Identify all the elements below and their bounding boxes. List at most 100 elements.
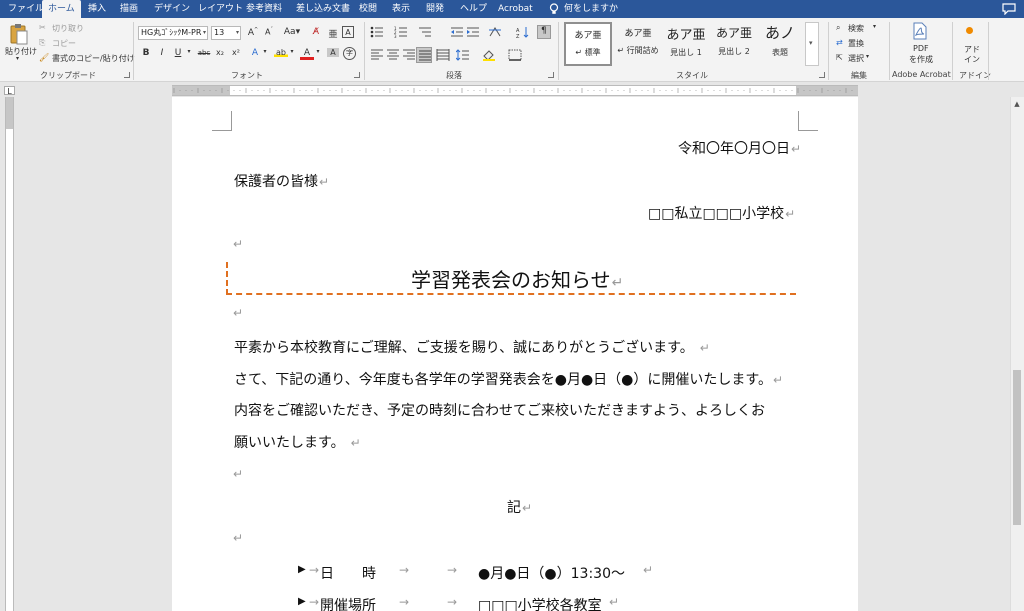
character-shading-icon[interactable]: A xyxy=(327,48,339,57)
distributed-icon[interactable] xyxy=(436,49,450,61)
copy-icon: ⎘ xyxy=(39,38,46,47)
tab-view[interactable]: 表示 xyxy=(392,0,410,18)
underline-dropdown-icon[interactable]: ▾ xyxy=(182,48,196,55)
tab-developer[interactable]: 開発 xyxy=(426,0,444,18)
tab-selector[interactable]: L xyxy=(4,86,15,96)
tab-design[interactable]: デザイン xyxy=(154,0,190,18)
tab-file[interactable]: ファイル xyxy=(8,0,44,18)
subscript-icon[interactable]: x₂ xyxy=(213,48,227,57)
font-name-value: HG丸ｺﾞｼｯｸM-PR xyxy=(141,28,202,37)
font-name-combo[interactable]: HG丸ｺﾞｼｯｸM-PR ▾ xyxy=(138,26,208,40)
text-effects-dropdown-icon[interactable]: ▾ xyxy=(258,48,272,55)
crop-mark-top-left xyxy=(212,111,232,131)
comment-icon[interactable] xyxy=(1002,3,1016,15)
pilcrow-icon: ¶ xyxy=(541,26,547,36)
scrollbar-thumb[interactable] xyxy=(1013,370,1021,525)
paragraph-launcher-icon[interactable] xyxy=(548,72,554,78)
superscript-icon[interactable]: x² xyxy=(229,48,243,57)
replace-button[interactable]: 置換 xyxy=(848,38,864,49)
menu-tab-bar: ファイル ホーム 挿入 描画 デザイン レイアウト 参考資料 差し込み文書 校閲… xyxy=(0,0,1024,18)
tab-acrobat[interactable]: Acrobat xyxy=(498,0,533,18)
style-heading-2-preview: あア亜 xyxy=(715,26,752,40)
highlight-dropdown-icon[interactable]: ▾ xyxy=(285,48,299,55)
select-dropdown-icon[interactable]: ▾ xyxy=(866,53,869,60)
horizontal-ruler[interactable] xyxy=(172,85,858,96)
line-spacing-icon[interactable] xyxy=(456,49,470,61)
group-divider xyxy=(828,22,829,80)
chevron-down-icon: ▾ xyxy=(202,29,206,36)
svg-text:Z: Z xyxy=(516,34,520,38)
strikethrough-icon[interactable]: abc xyxy=(196,49,212,57)
decrease-indent-icon[interactable] xyxy=(450,26,464,38)
vertical-ruler[interactable] xyxy=(5,97,14,611)
borders-icon[interactable] xyxy=(508,49,522,61)
grow-font-icon[interactable]: A^ xyxy=(246,27,260,38)
style-heading-1[interactable]: あア亜 見出し 1 xyxy=(662,22,710,66)
styles-group-label: スタイル xyxy=(676,71,708,80)
create-pdf-icon xyxy=(913,22,927,40)
justify-button[interactable] xyxy=(416,47,432,63)
align-left-icon[interactable] xyxy=(370,49,384,61)
tab-draw[interactable]: 描画 xyxy=(120,0,138,18)
style-normal[interactable]: あア亜 ↵ 標準 xyxy=(564,22,612,66)
italic-icon[interactable]: I xyxy=(155,48,169,58)
tab-layout[interactable]: レイアウト xyxy=(198,0,243,18)
tab-home[interactable]: ホーム xyxy=(42,0,81,18)
font-size-combo[interactable]: 13 ▾ xyxy=(211,26,241,40)
copy-button[interactable]: コピー xyxy=(52,38,76,49)
empty-paragraph-mark: ↵ xyxy=(233,237,244,251)
acrobat-group-label: Adobe Acrobat xyxy=(892,70,951,79)
character-border-icon[interactable]: A xyxy=(342,26,354,38)
style-title[interactable]: あノ 表題 xyxy=(756,22,804,66)
asian-layout-icon[interactable] xyxy=(488,26,502,38)
search-dropdown-icon[interactable]: ▾ xyxy=(873,23,876,30)
tab-references[interactable]: 参考資料 xyxy=(246,0,282,18)
styles-launcher-icon[interactable] xyxy=(819,72,825,78)
align-right-icon[interactable] xyxy=(402,49,416,61)
align-center-icon[interactable] xyxy=(386,49,400,61)
increase-indent-icon[interactable] xyxy=(466,26,480,38)
cut-button[interactable]: 切り取り xyxy=(52,23,84,34)
numbering-icon[interactable]: 123 xyxy=(394,26,408,38)
clipboard-launcher-icon[interactable] xyxy=(124,72,130,78)
ribbon: 貼り付け ▾ ✂ 切り取り ⎘ コピー 🖌 書式のコピー/貼り付け クリップボー… xyxy=(0,18,1024,82)
create-pdf-line2[interactable]: を作成 xyxy=(909,54,933,65)
multilevel-list-icon[interactable] xyxy=(418,26,432,38)
style-heading-2[interactable]: あア亜 見出し 2 xyxy=(710,22,758,66)
tab-help[interactable]: ヘルプ xyxy=(460,0,487,18)
paragraph-mark: ↵ xyxy=(699,341,710,355)
recipient-text: 保護者の皆様 xyxy=(234,174,318,190)
clear-formatting-icon[interactable]: A̸ xyxy=(309,27,323,37)
bold-icon[interactable]: B xyxy=(139,48,153,58)
style-no-spacing[interactable]: あア亜 ↵ 行間詰め xyxy=(614,22,662,66)
paste-icon[interactable] xyxy=(9,23,29,45)
show-formatting-marks-button[interactable]: ¶ xyxy=(537,25,551,39)
create-pdf-line1[interactable]: PDF xyxy=(913,44,929,53)
tab-insert[interactable]: 挿入 xyxy=(88,0,106,18)
tab-mailings[interactable]: 差し込み文書 xyxy=(296,0,350,18)
sort-icon[interactable]: AZ xyxy=(516,26,530,38)
search-button[interactable]: 検索 xyxy=(848,23,864,34)
addins-line2[interactable]: イン xyxy=(964,54,980,65)
addins-icon xyxy=(966,27,973,34)
tab-review[interactable]: 校閲 xyxy=(359,0,377,18)
paste-dropdown-icon[interactable]: ▾ xyxy=(16,55,19,62)
group-divider xyxy=(952,22,953,80)
paste-button[interactable]: 貼り付け xyxy=(5,46,37,57)
scroll-up-arrow-icon[interactable]: ▲ xyxy=(1010,97,1024,111)
change-case-icon[interactable]: Aa▾ xyxy=(282,27,302,37)
body-text-4: 願いいたします。 xyxy=(234,435,345,451)
phonetic-guide-icon[interactable]: 亜 xyxy=(326,27,340,40)
tell-me-box[interactable]: 何をしますか xyxy=(548,0,618,18)
body-line-2: さて、下記の通り、今年度も各学年の学習発表会を●月●日（●）に開催いたします。↵ xyxy=(234,369,783,389)
shading-icon[interactable] xyxy=(482,49,496,61)
bullets-icon[interactable] xyxy=(370,26,384,38)
shrink-font-icon[interactable]: Aˇ xyxy=(262,27,276,37)
font-color-dropdown-icon[interactable]: ▾ xyxy=(311,48,325,55)
styles-gallery-more[interactable]: ▾ xyxy=(805,22,819,66)
format-painter-button[interactable]: 書式のコピー/貼り付け xyxy=(52,53,135,64)
font-launcher-icon[interactable] xyxy=(354,72,360,78)
select-button[interactable]: 選択 xyxy=(848,53,864,64)
vertical-scrollbar[interactable] xyxy=(1010,97,1024,611)
enclose-characters-icon[interactable]: 字 xyxy=(343,47,356,60)
